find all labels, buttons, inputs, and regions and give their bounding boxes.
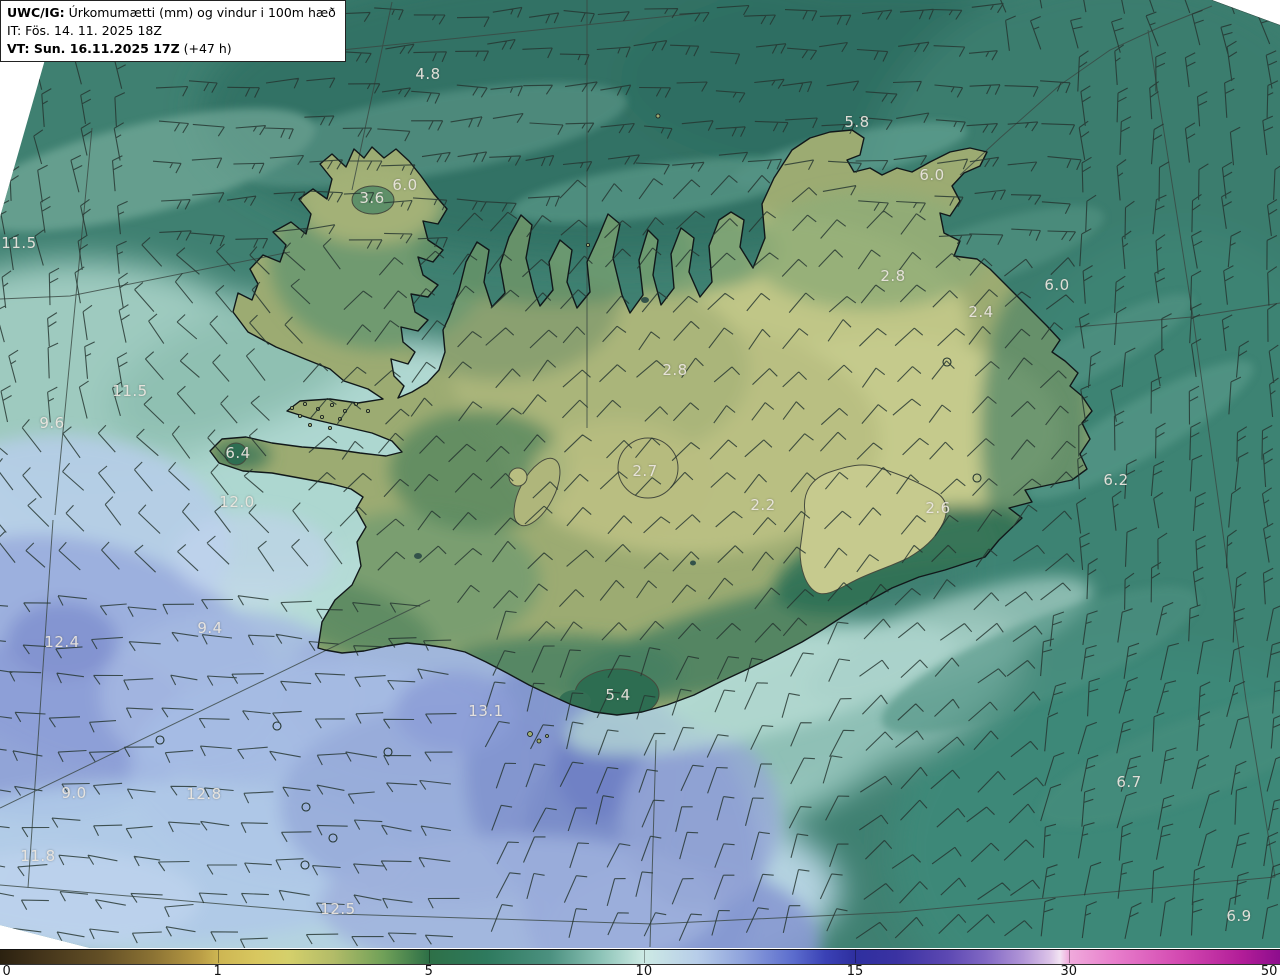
contour-label: 11.5 xyxy=(112,382,148,400)
colorbar-tick-label: 10 xyxy=(635,964,653,978)
contour-label: 3.6 xyxy=(359,189,385,207)
contour-label: 2.6 xyxy=(925,499,951,517)
contour-label: 6.0 xyxy=(919,166,945,184)
contour-label: 4.8 xyxy=(415,65,441,83)
colorbar-tick-label: 0 xyxy=(2,964,11,978)
contour-label: 6.7 xyxy=(1116,773,1142,791)
contour-label: 2.8 xyxy=(880,267,906,285)
model-id: UWC/IG: xyxy=(7,5,65,20)
contour-label: 2.4 xyxy=(968,303,994,321)
title-box: UWC/IG: Úrkomumætti (mm) og vindur i 100… xyxy=(0,0,346,63)
contour-label: 2.8 xyxy=(662,361,688,379)
contour-label: 12.0 xyxy=(219,493,255,511)
weather-map: 4.8 5.8 6.0 6.0 3.6 11.5 2.8 6.0 2.4 2.8 11.5 9.6 6.… xyxy=(0,0,1280,978)
contour-label: 9.4 xyxy=(197,619,223,637)
map-canvas: 4.8 5.8 6.0 6.0 3.6 11.5 2.8 6.0 2.4 2.8 11.5 9.6 6.… xyxy=(0,0,1280,948)
contour-label: 6.9 xyxy=(1226,907,1252,925)
contour-label: 11.5 xyxy=(1,234,37,252)
contour-label: 12.4 xyxy=(44,633,80,651)
contour-label: 9.6 xyxy=(39,414,65,432)
colorbar-tick-label: 5 xyxy=(424,964,433,978)
contour-label: 12.5 xyxy=(320,900,356,918)
contour-label: 12.8 xyxy=(186,785,222,803)
contour-label: 11.8 xyxy=(20,847,56,865)
title-line-1: UWC/IG: Úrkomumætti (mm) og vindur i 100… xyxy=(7,5,336,20)
contour-label: 6.0 xyxy=(392,176,418,194)
colorbar-tick-label: 15 xyxy=(846,964,864,978)
contour-label: 5.8 xyxy=(844,113,870,131)
contour-label: 2.2 xyxy=(750,496,776,514)
contour-label: 2.7 xyxy=(632,462,658,480)
colorbar-tick-label: 1 xyxy=(213,964,222,978)
colorbar-tick-label: 50 xyxy=(1260,964,1278,978)
eiriksjokull-contour xyxy=(508,467,528,487)
valid-time-line: VT: Sun. 16.11.2025 17Z (+47 h) xyxy=(7,40,232,56)
contour-label: 6.0 xyxy=(1044,276,1070,294)
init-time-line: IT: Fös. 14. 11. 2025 18Z xyxy=(7,22,162,38)
contour-label: 6.4 xyxy=(225,444,251,462)
contour-label: 6.2 xyxy=(1103,471,1129,489)
contour-label: 9.0 xyxy=(61,784,87,802)
colorbar-gradient xyxy=(0,949,1280,965)
contour-label: 5.4 xyxy=(605,686,631,704)
colorbar-tick-label: 30 xyxy=(1060,964,1078,978)
colorbar: 0 1 5 10 15 30 50 xyxy=(0,948,1280,978)
contour-label: 13.1 xyxy=(468,702,504,720)
